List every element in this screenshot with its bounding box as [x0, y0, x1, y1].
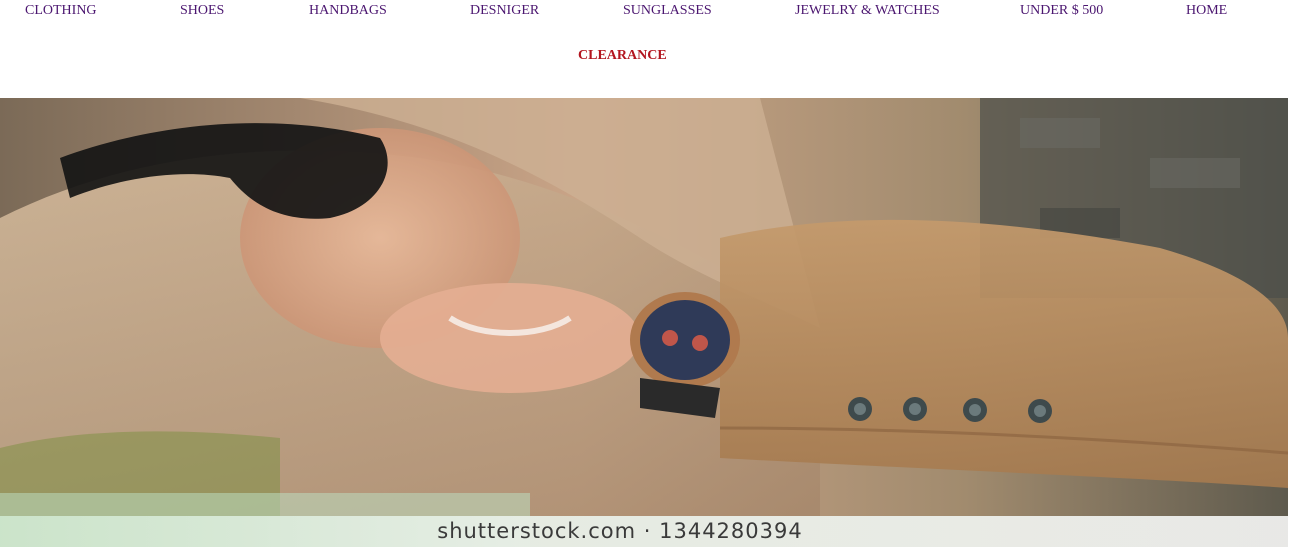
top-navigation: CLOTHING SHOES HANDBAGS DESNIGER SUNGLAS…	[0, 0, 1300, 98]
hero-banner-image: shutterstock.com · 1344280394	[0, 98, 1288, 547]
nav-link-designer[interactable]: DESNIGER	[470, 1, 539, 21]
nav-link-shoes[interactable]: SHOES	[180, 1, 224, 21]
nav-link-under-500[interactable]: UNDER $ 500	[1020, 1, 1103, 21]
hero-photo	[0, 98, 1288, 547]
page-edge	[1288, 98, 1300, 550]
nav-link-clearance[interactable]: CLEARANCE	[578, 46, 667, 66]
nav-link-handbags[interactable]: HANDBAGS	[309, 1, 387, 21]
nav-link-jewelry-watches[interactable]: JEWELRY & WATCHES	[795, 1, 940, 21]
nav-link-clothing[interactable]: CLOTHING	[25, 1, 97, 21]
nav-link-home[interactable]: HOME	[1186, 1, 1227, 21]
watermark-text: shutterstock.com · 1344280394	[437, 519, 803, 543]
nav-link-sunglasses[interactable]: SUNGLASSES	[623, 1, 712, 21]
